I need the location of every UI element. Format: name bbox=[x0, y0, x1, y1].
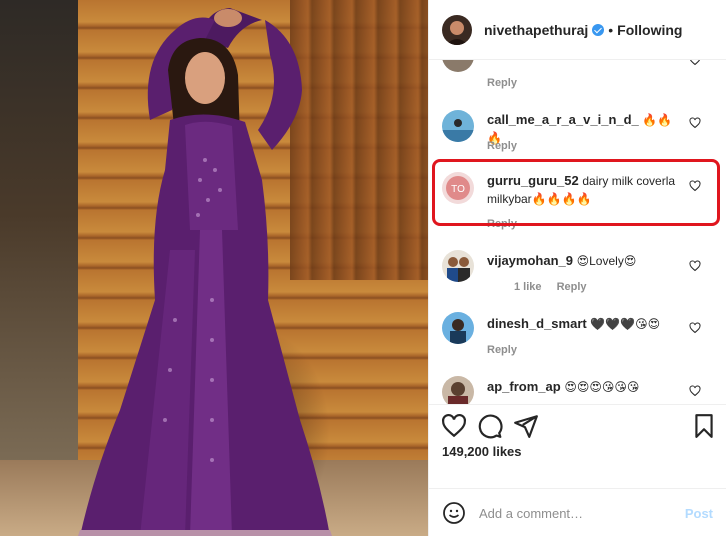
commenter-username[interactable]: vijaymohan_9 bbox=[487, 253, 573, 268]
comment-body: 😍Lovely😍 bbox=[576, 254, 637, 268]
commenter-avatar[interactable] bbox=[442, 60, 474, 72]
comment-meta: Reply bbox=[487, 77, 529, 89]
comment-text: vijaymohan_9 😍Lovely😍 bbox=[487, 252, 687, 270]
emoji-icon[interactable] bbox=[442, 501, 466, 525]
comment-icon[interactable] bbox=[477, 413, 503, 439]
comment-input[interactable]: Add a comment… bbox=[479, 506, 583, 521]
header-separator: • bbox=[608, 21, 614, 38]
comment-list[interactable]: Reply call_me_a_r_a_v_i_n_d_ 🔥🔥🔥 Reply T… bbox=[429, 60, 726, 404]
comment-text: dinesh_d_smart 🖤🖤🖤😘😍 bbox=[487, 315, 687, 333]
heart-icon[interactable] bbox=[689, 385, 701, 397]
reply-link[interactable]: Reply bbox=[557, 281, 587, 293]
heart-icon[interactable] bbox=[689, 117, 701, 129]
highlight-box bbox=[432, 159, 720, 226]
like-heart-icon[interactable] bbox=[441, 413, 467, 439]
reply-link[interactable]: Reply bbox=[487, 77, 517, 89]
author-username[interactable]: nivethapethuraj bbox=[484, 22, 588, 38]
heart-icon[interactable] bbox=[689, 260, 701, 272]
reply-link[interactable]: Reply bbox=[487, 140, 517, 152]
verified-badge-icon bbox=[592, 23, 605, 36]
comment-body: 🖤🖤🖤😘😍 bbox=[590, 317, 661, 331]
comment-body: 😍😍😍😘😘😘 bbox=[564, 380, 640, 394]
post-photo[interactable] bbox=[0, 0, 428, 536]
woman-in-purple-dress bbox=[78, 8, 332, 536]
commenter-avatar[interactable] bbox=[442, 376, 474, 404]
heart-icon[interactable] bbox=[689, 60, 701, 66]
commenter-avatar[interactable] bbox=[442, 110, 474, 142]
heart-icon[interactable] bbox=[689, 322, 701, 334]
following-button[interactable]: Following bbox=[617, 22, 682, 38]
likes-link[interactable]: 1 like bbox=[514, 281, 542, 293]
post-action-bar bbox=[429, 404, 726, 444]
bookmark-icon[interactable] bbox=[691, 413, 717, 439]
comment-meta: Reply bbox=[487, 344, 529, 356]
commenter-username[interactable]: dinesh_d_smart bbox=[487, 316, 587, 331]
commenter-username[interactable]: ap_from_ap bbox=[487, 379, 561, 394]
add-comment-bar: Add a comment… Post bbox=[429, 488, 726, 536]
author-avatar[interactable] bbox=[442, 14, 472, 45]
commenter-avatar[interactable] bbox=[442, 312, 474, 344]
post-comment-button[interactable]: Post bbox=[685, 506, 713, 521]
commenter-avatar[interactable] bbox=[442, 250, 474, 282]
comment-meta: 1 like Reply bbox=[514, 281, 599, 293]
share-icon[interactable] bbox=[513, 413, 539, 439]
comment-meta: Reply bbox=[487, 140, 529, 152]
comment-text: ap_from_ap 😍😍😍😘😘😘 bbox=[487, 378, 687, 396]
reply-link[interactable]: Reply bbox=[487, 344, 517, 356]
likes-count[interactable]: 149,200 likes bbox=[442, 444, 522, 459]
commenter-username[interactable]: call_me_a_r_a_v_i_n_d_ bbox=[487, 112, 639, 127]
post-header: nivethapethuraj • Following bbox=[429, 0, 726, 60]
post-side-panel: nivethapethuraj • Following Reply call_m… bbox=[428, 0, 726, 536]
